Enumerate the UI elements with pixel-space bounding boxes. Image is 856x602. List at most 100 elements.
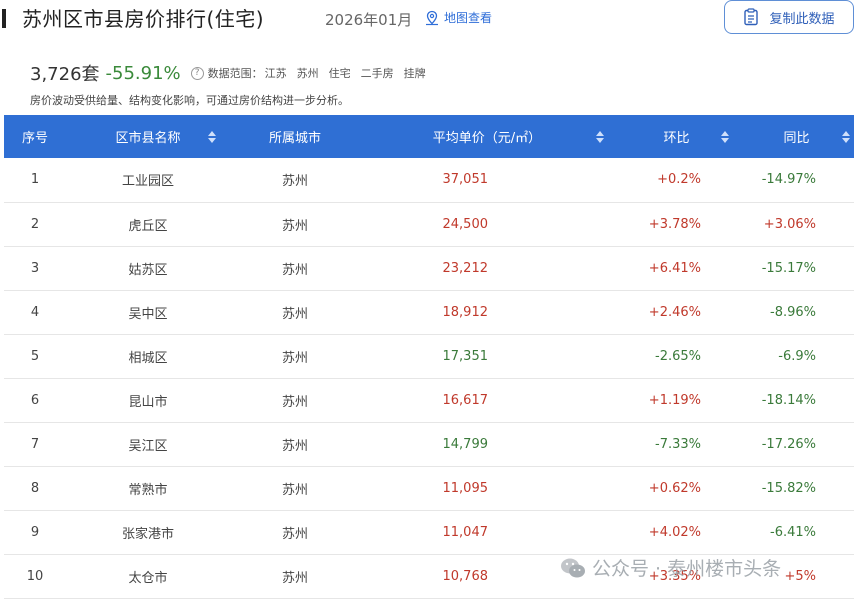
cell-city: 苏州 [281, 438, 308, 454]
cell-mom: -7.33% [655, 436, 701, 452]
scope-tag-province: 江苏 [264, 67, 287, 80]
cell-district: 太仓市 [128, 570, 168, 586]
cell-price: 14,799 [442, 436, 489, 452]
watermark-text: 公众号 · 泰州楼市头条 [592, 558, 782, 580]
table-row[interactable]: 4 吴中区 苏州 18,912 +2.46% -8.96% [4, 290, 854, 334]
cell-price: 18,912 [442, 304, 489, 320]
scope-tag-type: 住宅 [328, 67, 351, 80]
header-rank-label: 序号 [21, 131, 48, 146]
cell-yoy: -17.26% [761, 436, 816, 452]
header-yoy[interactable]: 同比 [739, 115, 854, 158]
cell-price: 17,351 [442, 348, 489, 364]
header-city: 所属城市 [230, 115, 360, 158]
title-accent-bar [2, 9, 6, 28]
clipboard-icon [744, 8, 759, 26]
header-mom[interactable]: 环比 [614, 115, 739, 158]
cell-rank: 7 [30, 436, 40, 452]
copy-data-button[interactable]: 复制此数据 [724, 0, 854, 34]
cell-rank: 9 [30, 524, 40, 540]
cell-price: 23,212 [442, 260, 489, 276]
cell-mom: -2.65% [655, 348, 701, 364]
summary-stats: 3,726套 -55.91% ? 数据范围： 江苏 苏州 住宅 二手房 挂牌 [30, 60, 426, 86]
scope-label: 数据范围： [207, 67, 263, 80]
cell-district: 工业园区 [121, 174, 174, 190]
cell-mom: +3.78% [648, 216, 701, 232]
cell-mom: +1.19% [648, 392, 701, 408]
header-price[interactable]: 平均单价（元/㎡） [360, 115, 614, 158]
table-row[interactable]: 9 张家港市 苏州 11,047 +4.02% -6.41% [4, 510, 854, 554]
listing-count: 3,726套 [30, 64, 100, 85]
cell-district: 常熟市 [128, 482, 168, 498]
cell-rank: 4 [30, 304, 40, 320]
table-header-row: 序号 区市县名称 所属城市 平均单价（元/㎡） 环比 同比 [4, 115, 854, 158]
cell-city: 苏州 [281, 394, 308, 410]
sort-icon[interactable] [596, 130, 604, 143]
cell-city: 苏州 [281, 218, 308, 234]
wechat-icon [561, 558, 585, 577]
cell-rank: 3 [30, 260, 40, 276]
cell-rank: 10 [26, 568, 44, 584]
cell-price: 11,047 [442, 524, 489, 540]
map-pin-icon [426, 10, 438, 25]
page-title: 苏州区市县房价排行(住宅) [22, 7, 265, 31]
sort-icon[interactable] [208, 130, 216, 143]
price-ranking-table: 序号 区市县名称 所属城市 平均单价（元/㎡） 环比 同比 1 工业园区 苏州 … [4, 115, 854, 599]
cell-city: 苏州 [281, 306, 308, 322]
table-row[interactable]: 2 虎丘区 苏州 24,500 +3.78% +3.06% [4, 202, 854, 246]
scope-tag-source: 挂牌 [403, 67, 426, 80]
table-row[interactable]: 5 相城区 苏州 17,351 -2.65% -6.9% [4, 334, 854, 378]
header-rank: 序号 [4, 115, 66, 158]
cell-city: 苏州 [281, 526, 308, 542]
sort-icon[interactable] [721, 130, 729, 143]
cell-mom: +6.41% [648, 260, 701, 276]
map-view-label: 地图查看 [444, 11, 493, 25]
cell-city: 苏州 [281, 350, 308, 366]
table-row[interactable]: 8 常熟市 苏州 11,095 +0.62% -15.82% [4, 466, 854, 510]
cell-rank: 8 [30, 480, 40, 496]
map-view-link[interactable]: 地图查看 [424, 9, 492, 26]
cell-price: 11,095 [442, 480, 489, 496]
table-row[interactable]: 7 吴江区 苏州 14,799 -7.33% -17.26% [4, 422, 854, 466]
report-date: 2026年01月 [325, 11, 413, 29]
cell-yoy: -6.9% [778, 348, 816, 364]
header-district[interactable]: 区市县名称 [66, 115, 230, 158]
cell-district: 相城区 [128, 350, 168, 366]
header-yoy-label: 同比 [783, 131, 810, 146]
price-note: 房价波动受供给量、结构变化影响，可通过房价结构进一步分析。 [30, 94, 349, 107]
sort-icon[interactable] [842, 130, 850, 143]
count-change: -55.91% [105, 62, 181, 84]
cell-city: 苏州 [281, 482, 308, 498]
cell-district: 昆山市 [128, 394, 168, 410]
cell-district: 张家港市 [121, 526, 174, 542]
cell-price: 37,051 [442, 172, 489, 188]
header-price-label: 平均单价（元/㎡） [432, 131, 542, 146]
cell-mom: +0.2% [657, 172, 701, 188]
cell-yoy: -15.82% [761, 480, 816, 496]
cell-price: 24,500 [442, 216, 489, 232]
table-row[interactable]: 3 姑苏区 苏州 23,212 +6.41% -15.17% [4, 246, 854, 290]
cell-district: 吴中区 [128, 306, 168, 322]
cell-yoy: -6.41% [770, 524, 816, 540]
cell-yoy: -8.96% [770, 304, 816, 320]
cell-rank: 6 [30, 392, 40, 408]
scope-tag-city: 苏州 [296, 67, 319, 80]
cell-yoy: -14.97% [761, 172, 816, 188]
help-icon[interactable]: ? [190, 66, 204, 80]
cell-city: 苏州 [281, 570, 308, 586]
cell-mom: +0.62% [648, 480, 701, 496]
cell-yoy: -18.14% [761, 392, 816, 408]
table-row[interactable]: 6 昆山市 苏州 16,617 +1.19% -18.14% [4, 378, 854, 422]
watermark: 公众号 · 泰州楼市头条 [560, 554, 781, 581]
header: 苏州区市县房价排行(住宅) 2026年01月 地图查看 复制此数据 [0, 0, 856, 40]
cell-rank: 5 [30, 348, 40, 364]
cell-mom: +4.02% [648, 524, 701, 540]
cell-mom: +2.46% [648, 304, 701, 320]
cell-city: 苏州 [281, 262, 308, 278]
cell-district: 吴江区 [128, 438, 168, 454]
header-district-label: 区市县名称 [115, 131, 181, 146]
cell-rank: 1 [30, 172, 40, 188]
cell-yoy: -15.17% [761, 260, 816, 276]
table-row[interactable]: 1 工业园区 苏州 37,051 +0.2% -14.97% [4, 158, 854, 202]
cell-district: 姑苏区 [128, 262, 168, 278]
cell-yoy: +3.06% [763, 216, 816, 232]
